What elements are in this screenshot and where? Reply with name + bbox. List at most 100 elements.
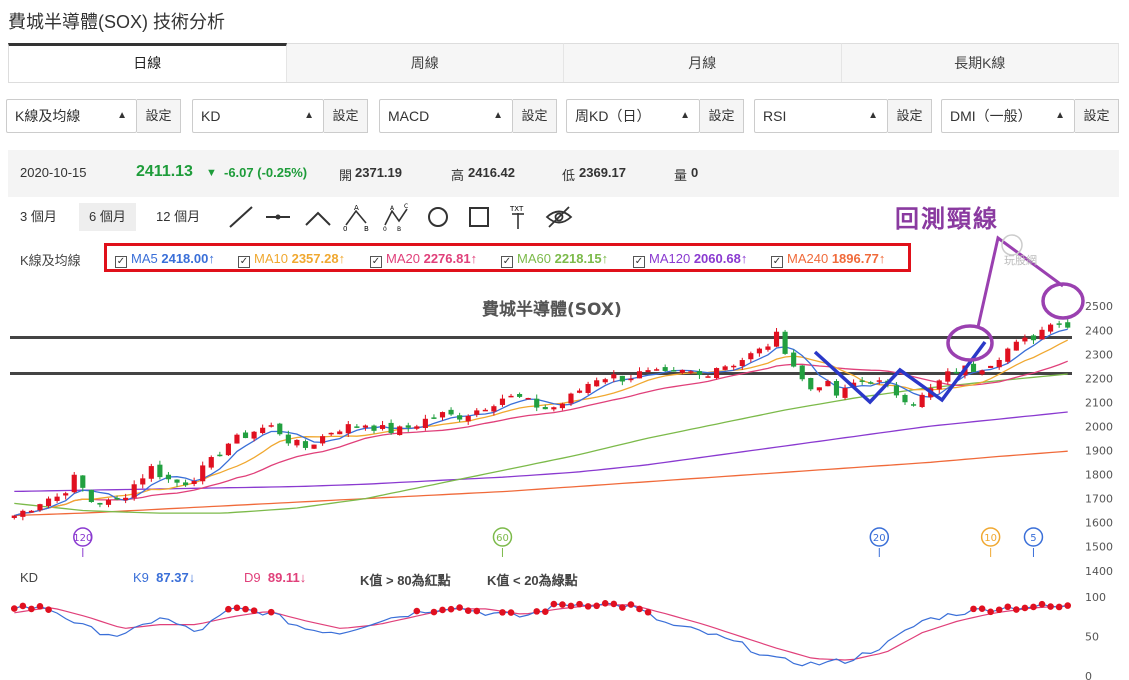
candle-body bbox=[876, 380, 882, 382]
candle-body bbox=[782, 331, 788, 354]
kd-tick-label: 0 bbox=[1085, 670, 1092, 680]
candle-body bbox=[679, 369, 685, 373]
candle-body bbox=[422, 418, 428, 429]
candle-body bbox=[268, 425, 274, 427]
candle-body bbox=[671, 370, 677, 372]
kd-panel-label: KD bbox=[20, 570, 39, 585]
candle-body bbox=[654, 369, 660, 371]
current-circle bbox=[1041, 282, 1085, 320]
down-arrow-icon: ↓ bbox=[188, 570, 196, 585]
y-tick-label: 1600 bbox=[1085, 517, 1113, 530]
candle-body bbox=[439, 412, 446, 418]
candle-body bbox=[148, 466, 154, 479]
d-name: D9 bbox=[244, 570, 261, 585]
candle-body bbox=[285, 434, 291, 444]
candle-body bbox=[1005, 348, 1011, 362]
candle-body bbox=[568, 393, 574, 404]
kd-red-dot bbox=[456, 604, 463, 611]
candle-body bbox=[183, 482, 189, 486]
candle-body bbox=[859, 380, 865, 382]
candle-body bbox=[71, 474, 77, 493]
candle-body bbox=[45, 498, 52, 507]
y-tick-label: 2200 bbox=[1085, 372, 1113, 385]
candle-body bbox=[662, 367, 668, 371]
candle-body bbox=[825, 380, 831, 387]
ma120-line bbox=[14, 411, 1068, 493]
candle-body bbox=[362, 425, 368, 428]
handwritten-note: 回測頸線 bbox=[895, 204, 999, 233]
candle-body bbox=[80, 475, 86, 488]
candle-body bbox=[302, 441, 309, 448]
candle-body bbox=[328, 432, 334, 435]
candle-body bbox=[379, 425, 386, 429]
candle-body bbox=[808, 378, 814, 390]
y-tick-label: 1700 bbox=[1085, 493, 1113, 506]
candle-body bbox=[1039, 329, 1045, 340]
kd-red-dot bbox=[970, 605, 977, 613]
candle-body bbox=[585, 383, 591, 393]
candle-body bbox=[165, 474, 172, 480]
candle-body bbox=[970, 363, 977, 372]
kd-red-dot bbox=[28, 605, 35, 613]
candle-body bbox=[1048, 324, 1054, 332]
candle-body bbox=[388, 422, 394, 434]
kd-red-dot bbox=[550, 600, 558, 608]
kd-red-dot bbox=[473, 607, 481, 615]
candle-body bbox=[722, 366, 728, 370]
candle-body bbox=[714, 368, 720, 379]
candle-body bbox=[936, 380, 942, 390]
down-arrow-icon: ↓ bbox=[299, 570, 307, 585]
candle-body bbox=[979, 370, 985, 375]
candle-body bbox=[28, 510, 34, 513]
candle-body bbox=[1056, 323, 1062, 325]
kd-red-dot bbox=[19, 602, 27, 610]
d-legend: D9 89.11↓ bbox=[244, 570, 306, 585]
candle-body bbox=[868, 382, 874, 384]
kd-red-dot bbox=[36, 602, 44, 610]
kd-red-dot bbox=[233, 604, 241, 612]
y-tick-label: 2000 bbox=[1085, 420, 1113, 433]
kd-note-green: K值 < 20為綠點 bbox=[487, 573, 578, 588]
kd-red-dot bbox=[413, 607, 421, 615]
candle-body bbox=[465, 415, 471, 422]
candle-body bbox=[208, 457, 214, 468]
kd-red-dot bbox=[1004, 603, 1012, 611]
kd-red-dot bbox=[1055, 603, 1063, 611]
kd-red-dot bbox=[627, 601, 635, 608]
candle-body bbox=[405, 425, 411, 428]
kd-red-dot bbox=[1064, 602, 1072, 609]
candle-body bbox=[140, 478, 146, 485]
candle-body bbox=[157, 464, 163, 478]
y-tick-label: 1800 bbox=[1085, 469, 1113, 482]
kd-red-dot bbox=[45, 606, 52, 614]
candle-body bbox=[63, 493, 69, 496]
candle-body bbox=[54, 496, 60, 501]
y-tick-label: 2300 bbox=[1085, 348, 1113, 361]
kd-red-dot bbox=[978, 605, 986, 612]
y-tick-label: 2100 bbox=[1085, 396, 1113, 409]
candle-body bbox=[114, 497, 120, 500]
candle-body bbox=[739, 360, 745, 366]
candle-body bbox=[431, 417, 437, 419]
kd-red-dot bbox=[507, 609, 515, 616]
candle-body bbox=[996, 359, 1002, 368]
candle-body bbox=[200, 465, 206, 482]
candle-body bbox=[234, 434, 240, 444]
ma-marker-label: 20 bbox=[873, 533, 886, 544]
candle-body bbox=[748, 353, 754, 360]
candle-body bbox=[619, 375, 625, 382]
candle-body bbox=[559, 403, 565, 409]
candle-body bbox=[97, 502, 103, 505]
kd-red-dot bbox=[636, 605, 643, 613]
kd-red-dot bbox=[1021, 604, 1029, 612]
candle-body bbox=[397, 426, 403, 436]
kd-note-red: K值 > 80為紅點 bbox=[360, 573, 451, 588]
ma240-line bbox=[14, 450, 1068, 517]
candle-body bbox=[773, 331, 780, 347]
k-legend: K9 87.37↓ bbox=[133, 570, 195, 585]
ma-marker-label: 120 bbox=[73, 533, 92, 544]
kd-red-dot bbox=[567, 602, 575, 610]
candle-body bbox=[88, 489, 94, 503]
kd-red-dot bbox=[593, 602, 600, 610]
y-tick-label: 1400 bbox=[1085, 565, 1113, 578]
